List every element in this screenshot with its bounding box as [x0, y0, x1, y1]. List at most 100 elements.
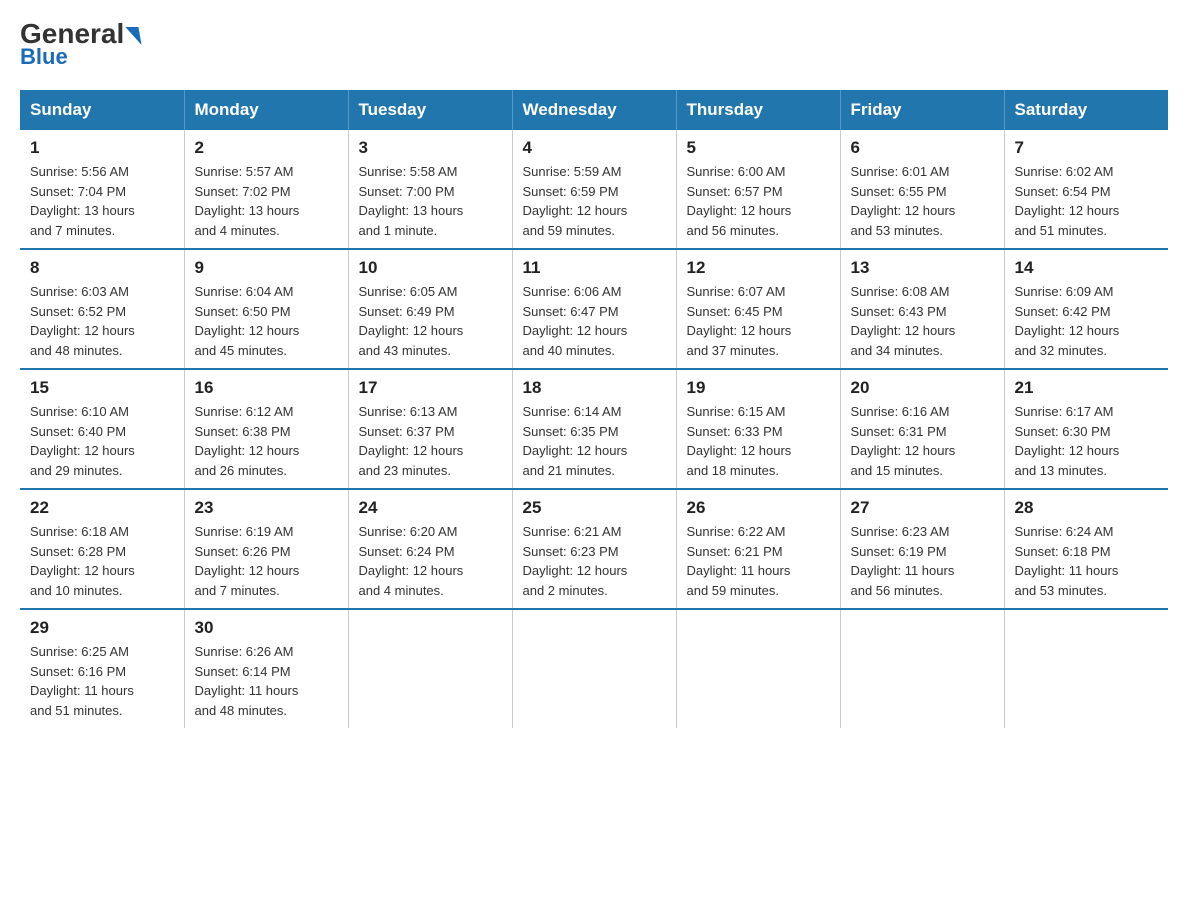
day-info: Sunrise: 5:58 AMSunset: 7:00 PMDaylight:… — [359, 162, 502, 240]
day-info: Sunrise: 6:15 AMSunset: 6:33 PMDaylight:… — [687, 402, 830, 480]
day-info: Sunrise: 6:22 AMSunset: 6:21 PMDaylight:… — [687, 522, 830, 600]
day-number: 29 — [30, 618, 174, 638]
day-info: Sunrise: 6:05 AMSunset: 6:49 PMDaylight:… — [359, 282, 502, 360]
day-number: 2 — [195, 138, 338, 158]
day-info: Sunrise: 6:20 AMSunset: 6:24 PMDaylight:… — [359, 522, 502, 600]
day-number: 20 — [851, 378, 994, 398]
week-row-1: 1 Sunrise: 5:56 AMSunset: 7:04 PMDayligh… — [20, 130, 1168, 249]
day-info: Sunrise: 6:17 AMSunset: 6:30 PMDaylight:… — [1015, 402, 1159, 480]
calendar-cell: 19 Sunrise: 6:15 AMSunset: 6:33 PMDaylig… — [676, 369, 840, 489]
calendar-cell: 28 Sunrise: 6:24 AMSunset: 6:18 PMDaylig… — [1004, 489, 1168, 609]
calendar-cell: 5 Sunrise: 6:00 AMSunset: 6:57 PMDayligh… — [676, 130, 840, 249]
day-info: Sunrise: 5:57 AMSunset: 7:02 PMDaylight:… — [195, 162, 338, 240]
day-info: Sunrise: 6:06 AMSunset: 6:47 PMDaylight:… — [523, 282, 666, 360]
calendar-cell: 25 Sunrise: 6:21 AMSunset: 6:23 PMDaylig… — [512, 489, 676, 609]
day-number: 28 — [1015, 498, 1159, 518]
day-number: 15 — [30, 378, 174, 398]
calendar-cell: 4 Sunrise: 5:59 AMSunset: 6:59 PMDayligh… — [512, 130, 676, 249]
day-number: 25 — [523, 498, 666, 518]
calendar-cell — [1004, 609, 1168, 728]
day-number: 10 — [359, 258, 502, 278]
day-info: Sunrise: 6:01 AMSunset: 6:55 PMDaylight:… — [851, 162, 994, 240]
day-info: Sunrise: 5:59 AMSunset: 6:59 PMDaylight:… — [523, 162, 666, 240]
weekday-header-thursday: Thursday — [676, 90, 840, 130]
calendar-cell: 11 Sunrise: 6:06 AMSunset: 6:47 PMDaylig… — [512, 249, 676, 369]
day-number: 4 — [523, 138, 666, 158]
day-number: 19 — [687, 378, 830, 398]
calendar-cell — [348, 609, 512, 728]
calendar-cell: 18 Sunrise: 6:14 AMSunset: 6:35 PMDaylig… — [512, 369, 676, 489]
day-info: Sunrise: 6:14 AMSunset: 6:35 PMDaylight:… — [523, 402, 666, 480]
day-info: Sunrise: 5:56 AMSunset: 7:04 PMDaylight:… — [30, 162, 174, 240]
calendar-cell: 17 Sunrise: 6:13 AMSunset: 6:37 PMDaylig… — [348, 369, 512, 489]
calendar-cell: 12 Sunrise: 6:07 AMSunset: 6:45 PMDaylig… — [676, 249, 840, 369]
day-info: Sunrise: 6:18 AMSunset: 6:28 PMDaylight:… — [30, 522, 174, 600]
day-number: 30 — [195, 618, 338, 638]
day-number: 7 — [1015, 138, 1159, 158]
day-info: Sunrise: 6:02 AMSunset: 6:54 PMDaylight:… — [1015, 162, 1159, 240]
calendar-cell: 13 Sunrise: 6:08 AMSunset: 6:43 PMDaylig… — [840, 249, 1004, 369]
week-row-5: 29 Sunrise: 6:25 AMSunset: 6:16 PMDaylig… — [20, 609, 1168, 728]
day-info: Sunrise: 6:03 AMSunset: 6:52 PMDaylight:… — [30, 282, 174, 360]
calendar-cell: 26 Sunrise: 6:22 AMSunset: 6:21 PMDaylig… — [676, 489, 840, 609]
day-info: Sunrise: 6:08 AMSunset: 6:43 PMDaylight:… — [851, 282, 994, 360]
weekday-header-row: SundayMondayTuesdayWednesdayThursdayFrid… — [20, 90, 1168, 130]
day-number: 21 — [1015, 378, 1159, 398]
day-info: Sunrise: 6:21 AMSunset: 6:23 PMDaylight:… — [523, 522, 666, 600]
calendar-cell: 7 Sunrise: 6:02 AMSunset: 6:54 PMDayligh… — [1004, 130, 1168, 249]
calendar-cell: 22 Sunrise: 6:18 AMSunset: 6:28 PMDaylig… — [20, 489, 184, 609]
day-info: Sunrise: 6:04 AMSunset: 6:50 PMDaylight:… — [195, 282, 338, 360]
day-number: 9 — [195, 258, 338, 278]
calendar-cell: 6 Sunrise: 6:01 AMSunset: 6:55 PMDayligh… — [840, 130, 1004, 249]
calendar-cell: 3 Sunrise: 5:58 AMSunset: 7:00 PMDayligh… — [348, 130, 512, 249]
day-info: Sunrise: 6:23 AMSunset: 6:19 PMDaylight:… — [851, 522, 994, 600]
calendar-cell: 20 Sunrise: 6:16 AMSunset: 6:31 PMDaylig… — [840, 369, 1004, 489]
day-info: Sunrise: 6:09 AMSunset: 6:42 PMDaylight:… — [1015, 282, 1159, 360]
logo: General Blue — [20, 20, 140, 70]
weekday-header-monday: Monday — [184, 90, 348, 130]
calendar-cell: 10 Sunrise: 6:05 AMSunset: 6:49 PMDaylig… — [348, 249, 512, 369]
calendar-cell: 21 Sunrise: 6:17 AMSunset: 6:30 PMDaylig… — [1004, 369, 1168, 489]
calendar-cell: 9 Sunrise: 6:04 AMSunset: 6:50 PMDayligh… — [184, 249, 348, 369]
day-number: 11 — [523, 258, 666, 278]
day-number: 14 — [1015, 258, 1159, 278]
day-info: Sunrise: 6:26 AMSunset: 6:14 PMDaylight:… — [195, 642, 338, 720]
week-row-3: 15 Sunrise: 6:10 AMSunset: 6:40 PMDaylig… — [20, 369, 1168, 489]
calendar-cell — [676, 609, 840, 728]
day-number: 8 — [30, 258, 174, 278]
week-row-4: 22 Sunrise: 6:18 AMSunset: 6:28 PMDaylig… — [20, 489, 1168, 609]
weekday-header-saturday: Saturday — [1004, 90, 1168, 130]
day-info: Sunrise: 6:24 AMSunset: 6:18 PMDaylight:… — [1015, 522, 1159, 600]
day-info: Sunrise: 6:10 AMSunset: 6:40 PMDaylight:… — [30, 402, 174, 480]
calendar-cell: 30 Sunrise: 6:26 AMSunset: 6:14 PMDaylig… — [184, 609, 348, 728]
day-number: 16 — [195, 378, 338, 398]
day-info: Sunrise: 6:12 AMSunset: 6:38 PMDaylight:… — [195, 402, 338, 480]
weekday-header-sunday: Sunday — [20, 90, 184, 130]
calendar-cell: 27 Sunrise: 6:23 AMSunset: 6:19 PMDaylig… — [840, 489, 1004, 609]
calendar-cell: 2 Sunrise: 5:57 AMSunset: 7:02 PMDayligh… — [184, 130, 348, 249]
day-number: 1 — [30, 138, 174, 158]
day-number: 23 — [195, 498, 338, 518]
day-number: 3 — [359, 138, 502, 158]
day-info: Sunrise: 6:16 AMSunset: 6:31 PMDaylight:… — [851, 402, 994, 480]
calendar-cell — [512, 609, 676, 728]
page-header: General Blue — [20, 20, 1168, 70]
calendar-table: SundayMondayTuesdayWednesdayThursdayFrid… — [20, 90, 1168, 728]
calendar-cell: 24 Sunrise: 6:20 AMSunset: 6:24 PMDaylig… — [348, 489, 512, 609]
calendar-cell: 15 Sunrise: 6:10 AMSunset: 6:40 PMDaylig… — [20, 369, 184, 489]
weekday-header-friday: Friday — [840, 90, 1004, 130]
calendar-cell: 16 Sunrise: 6:12 AMSunset: 6:38 PMDaylig… — [184, 369, 348, 489]
weekday-header-tuesday: Tuesday — [348, 90, 512, 130]
day-info: Sunrise: 6:13 AMSunset: 6:37 PMDaylight:… — [359, 402, 502, 480]
day-number: 22 — [30, 498, 174, 518]
weekday-header-wednesday: Wednesday — [512, 90, 676, 130]
logo-blue: Blue — [20, 44, 140, 70]
day-info: Sunrise: 6:19 AMSunset: 6:26 PMDaylight:… — [195, 522, 338, 600]
week-row-2: 8 Sunrise: 6:03 AMSunset: 6:52 PMDayligh… — [20, 249, 1168, 369]
day-number: 24 — [359, 498, 502, 518]
day-info: Sunrise: 6:07 AMSunset: 6:45 PMDaylight:… — [687, 282, 830, 360]
day-number: 12 — [687, 258, 830, 278]
calendar-cell: 14 Sunrise: 6:09 AMSunset: 6:42 PMDaylig… — [1004, 249, 1168, 369]
day-number: 6 — [851, 138, 994, 158]
day-number: 18 — [523, 378, 666, 398]
